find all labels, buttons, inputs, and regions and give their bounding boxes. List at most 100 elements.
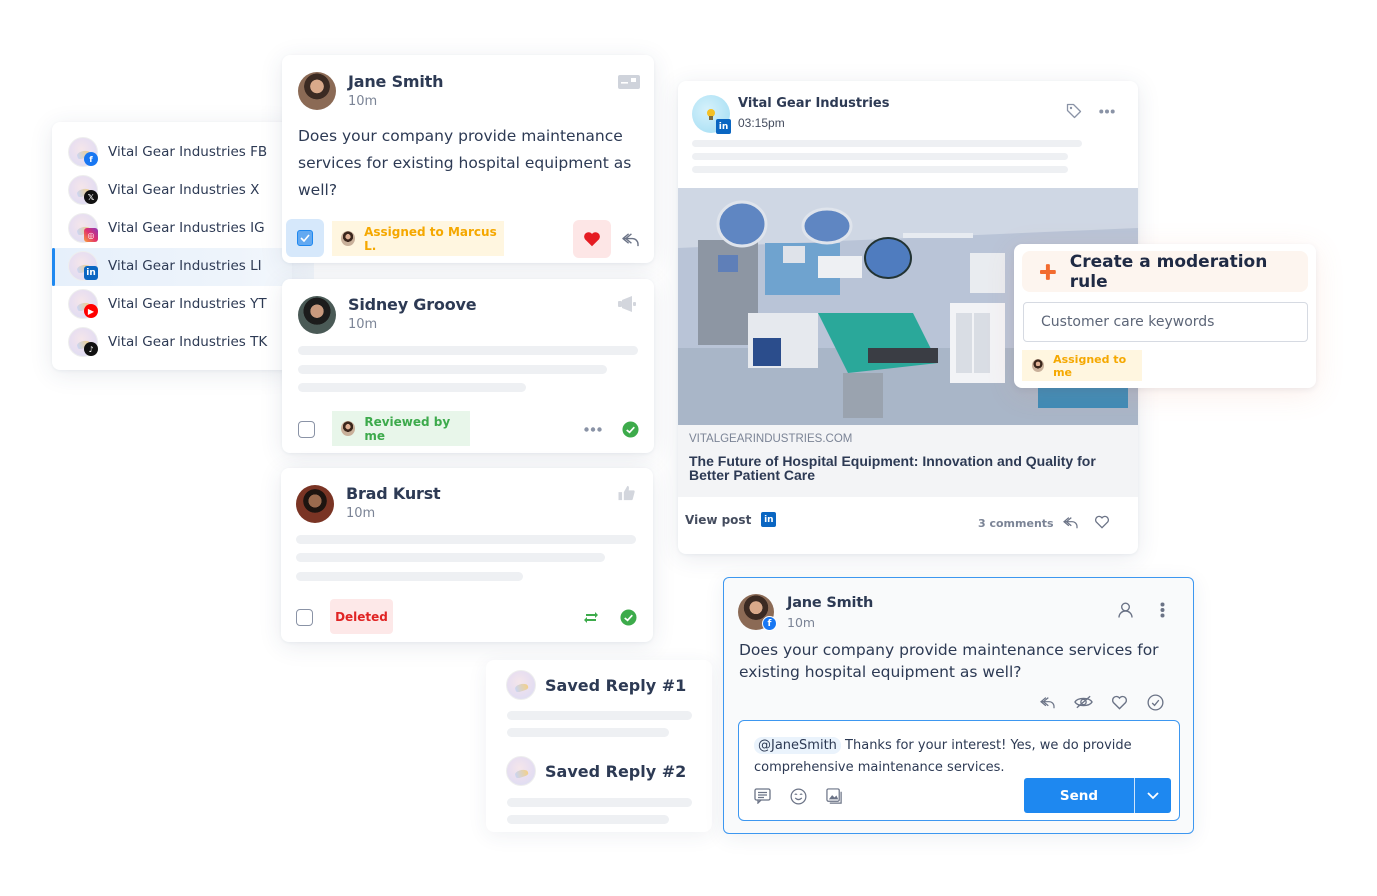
account-item-linkedin[interactable]: in Vital Gear Industries LI [52, 248, 314, 286]
link-domain: VITALGEARINDUSTRIES.COM [689, 433, 853, 445]
facebook-icon: f [84, 152, 98, 166]
message-card[interactable]: Jane Smith 10m Does your company provide… [282, 55, 654, 263]
content-placeholder [692, 166, 1068, 173]
assignment-tag[interactable]: Assigned to Marcus L. [332, 221, 504, 256]
saved-reply-title: Saved Reply #2 [545, 762, 687, 781]
like-button[interactable] [573, 220, 611, 258]
tag-label: Assigned to Marcus L. [364, 224, 497, 253]
mention-chip[interactable]: @JaneSmith [754, 737, 841, 754]
content-placeholder [507, 798, 692, 807]
chevron-down-icon [1147, 791, 1159, 799]
send-button[interactable]: Send [1024, 778, 1134, 813]
heart-icon[interactable] [1093, 514, 1111, 530]
reply-icon[interactable] [1061, 514, 1079, 530]
view-post-link[interactable]: View post in [685, 512, 777, 527]
tiktok-icon: ♪ [84, 342, 98, 356]
account-item-instagram[interactable]: ◎ Vital Gear Industries IG [52, 210, 314, 248]
linkedin-icon: in [761, 512, 777, 527]
saved-replies-panel: Saved Reply #1 Saved Reply #2 [486, 660, 712, 832]
content-placeholder [296, 553, 605, 562]
author-name: Brad Kurst [346, 484, 441, 503]
more-options-icon[interactable] [582, 421, 604, 437]
reviewer-avatar [341, 421, 356, 436]
linkedin-icon: in [84, 266, 98, 280]
facebook-icon: f [762, 616, 777, 631]
author-name: Jane Smith [348, 72, 444, 91]
tag-icon[interactable] [1065, 102, 1083, 120]
account-item-facebook[interactable]: f Vital Gear Industries FB [52, 134, 314, 172]
saved-reply-item[interactable]: Saved Reply #1 [486, 660, 712, 740]
timestamp: 10m [787, 615, 816, 630]
keywords-input[interactable] [1023, 302, 1308, 342]
account-item-x[interactable]: 𝕏 Vital Gear Industries X [52, 172, 314, 210]
reply-icon[interactable] [1037, 693, 1057, 711]
plus-icon [1040, 263, 1056, 280]
message-text: Does your company provide maintenance se… [298, 127, 632, 199]
content-placeholder [692, 140, 1082, 147]
retweet-icon[interactable] [582, 609, 600, 625]
assignee-avatar [341, 231, 356, 246]
reply-card: f Jane Smith 10m Does your company provi… [723, 577, 1194, 834]
content-placeholder [298, 383, 526, 392]
review-tag[interactable]: Reviewed by me [332, 411, 470, 446]
emoji-icon[interactable] [789, 787, 807, 805]
content-placeholder [507, 815, 669, 824]
selected-indicator [52, 248, 55, 286]
saved-reply-item[interactable]: Saved Reply #2 [486, 746, 712, 826]
reply-icon[interactable] [620, 230, 640, 248]
select-checkbox[interactable] [298, 421, 315, 438]
heart-filled-icon [584, 232, 600, 247]
send-options-button[interactable] [1135, 778, 1171, 813]
account-label: Vital Gear Industries LI [108, 258, 262, 274]
message-card[interactable]: Sidney Groove 10m Reviewed by me [282, 279, 654, 453]
reply-input[interactable]: @JaneSmith Thanks for your interest! Yes… [754, 735, 1164, 779]
post-time: 03:15pm [738, 116, 785, 130]
complete-icon[interactable] [1145, 693, 1165, 711]
avatar [298, 72, 336, 110]
select-checkbox[interactable] [286, 219, 324, 257]
status-badge[interactable]: Deleted [330, 599, 393, 634]
link-preview[interactable]: VITALGEARINDUSTRIES.COM The Future of Ho… [678, 425, 1138, 497]
more-options-icon[interactable] [1097, 105, 1117, 117]
image-icon[interactable] [825, 787, 843, 805]
brand-avatar [506, 756, 536, 786]
hide-icon[interactable] [1073, 693, 1093, 711]
account-item-youtube[interactable]: ▶ Vital Gear Industries YT [52, 286, 314, 324]
content-placeholder [296, 572, 523, 581]
account-label: Vital Gear Industries YT [108, 296, 267, 312]
account-label: Vital Gear Industries X [108, 182, 260, 198]
youtube-icon: ▶ [84, 304, 98, 318]
create-rule-button[interactable]: Create a moderation rule [1022, 251, 1308, 292]
rule-title: Create a moderation rule [1069, 251, 1268, 292]
megaphone-icon [617, 295, 639, 313]
timestamp: 10m [348, 317, 378, 332]
timestamp: 10m [346, 506, 376, 521]
thumbs-up-icon [616, 484, 636, 502]
more-vertical-icon[interactable] [1153, 601, 1171, 619]
assignment-tag[interactable]: Assigned to me [1022, 350, 1142, 381]
assign-user-icon[interactable] [1116, 601, 1134, 619]
heart-icon[interactable] [1109, 693, 1129, 711]
saved-replies-icon[interactable] [753, 787, 771, 805]
message-card[interactable]: Brad Kurst 10m Deleted [281, 468, 653, 642]
account-label: Vital Gear Industries FB [108, 144, 268, 160]
reply-composer[interactable]: @JaneSmith Thanks for your interest! Yes… [738, 720, 1180, 821]
content-placeholder [296, 535, 636, 544]
account-label: Vital Gear Industries IG [108, 220, 265, 236]
select-checkbox[interactable] [296, 609, 313, 626]
complete-check-icon[interactable] [619, 608, 637, 626]
view-post-label: View post [685, 512, 752, 527]
author-name: Sidney Groove [348, 295, 477, 314]
linkedin-icon: in [716, 119, 731, 134]
content-placeholder [507, 711, 692, 720]
avatar [296, 485, 334, 523]
comments-count[interactable]: 3 comments [978, 517, 1054, 530]
complete-check-icon[interactable] [621, 420, 639, 438]
link-title: The Future of Hospital Equipment: Innova… [689, 453, 1096, 483]
account-item-tiktok[interactable]: ♪ Vital Gear Industries TK [52, 324, 314, 362]
lightbulb-icon [707, 109, 715, 120]
tag-label: Reviewed by me [364, 414, 451, 443]
author-name: Jane Smith [787, 595, 874, 611]
brand-avatar [506, 670, 536, 700]
timestamp: 10m [348, 94, 378, 109]
